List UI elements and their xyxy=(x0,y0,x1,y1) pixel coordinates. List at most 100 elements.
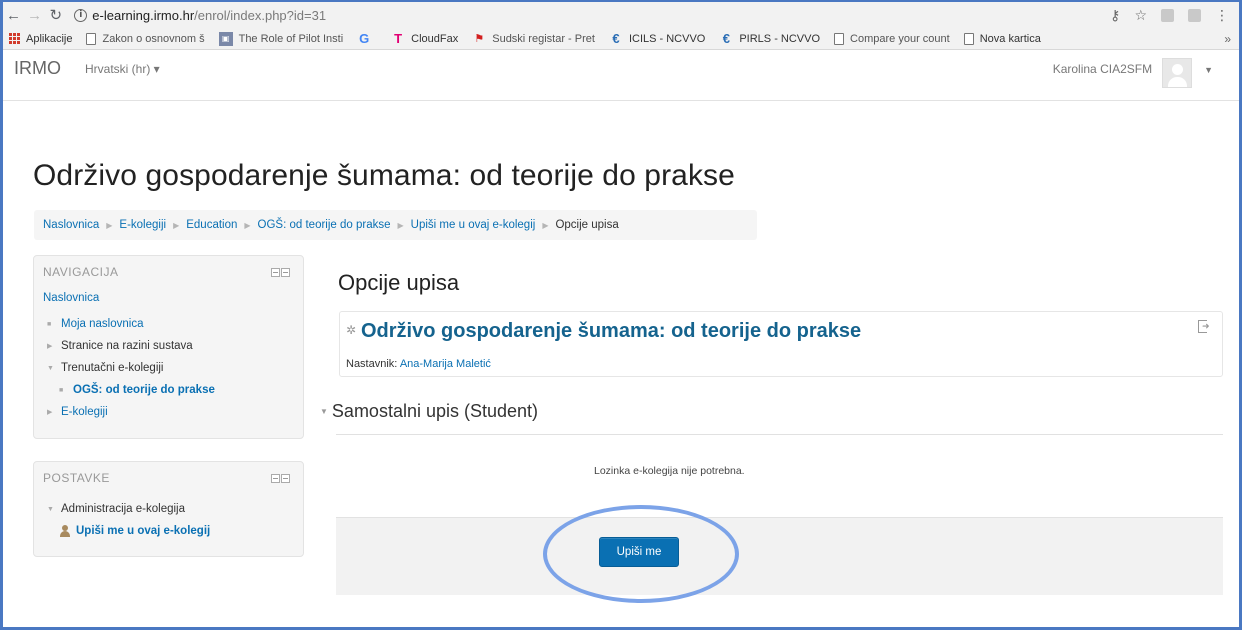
bookmark-item[interactable]: G xyxy=(357,31,377,46)
bookmark-item[interactable]: € ICILS - NCVVO xyxy=(609,31,705,46)
breadcrumb-link[interactable]: OGŠ: od teorije do prakse xyxy=(258,219,391,231)
site-brand[interactable]: IRMO xyxy=(14,58,61,79)
teacher-link[interactable]: Ana-Marija Maletić xyxy=(400,358,491,370)
user-menu[interactable]: Karolina CIA2SFM ▼ xyxy=(1053,58,1213,88)
bookmark-item[interactable]: T CloudFax xyxy=(391,31,459,46)
reload-icon[interactable]: ↻ xyxy=(45,4,66,26)
self-enrol-section-header[interactable]: ▼ Samostalni upis (Student) xyxy=(320,401,538,422)
breadcrumb-link[interactable]: Naslovnica xyxy=(43,219,99,231)
bookmark-item[interactable]: Nova kartica xyxy=(963,32,1041,45)
nav-item-my-home[interactable]: ■ Moja naslovnica xyxy=(47,318,143,330)
extension-icon[interactable] xyxy=(1161,8,1174,22)
ncvvo-icon: € xyxy=(612,31,620,46)
bookmarks-more-icon[interactable]: » xyxy=(1224,32,1231,46)
nav-item-current-course[interactable]: ■ OGŠ: od teorije do prakse xyxy=(59,384,215,396)
expand-arrow-icon[interactable]: ▶ xyxy=(47,408,61,416)
nav-item-courses[interactable]: ▶ E-kolegiji xyxy=(47,406,108,418)
settings-item-label[interactable]: Upiši me u ovaj e-kolegij xyxy=(76,525,210,537)
expand-arrow-icon[interactable]: ▶ xyxy=(47,342,61,350)
collapse-arrow-icon[interactable]: ▼ xyxy=(47,365,61,372)
course-title-link[interactable]: Održivo gospodarenje šumama: od teorije … xyxy=(361,320,861,343)
bookmark-label: Sudski registar - Pret xyxy=(492,32,595,45)
bookmarks-bar: Aplikacije Zakon o osnovnom š ▣ The Role… xyxy=(3,28,1239,50)
bookmark-item[interactable]: Zakon o osnovnom š xyxy=(86,32,205,45)
bookmark-label: Aplikacije xyxy=(26,32,73,45)
settings-item-enrol-me[interactable]: Upiši me u ovaj e-kolegij xyxy=(59,525,210,537)
bookmark-label: PIRLS - NCVVO xyxy=(739,32,821,45)
breadcrumb-separator-icon: ▶ xyxy=(244,220,251,230)
menu-dots-icon[interactable]: ⋮ xyxy=(1215,7,1229,24)
nav-item-site-pages[interactable]: ▶ Stranice na razini sustava xyxy=(47,340,193,352)
bookmark-item[interactable]: ⚑ Sudski registar - Pret xyxy=(472,32,595,46)
bookmark-label: The Role of Pilot Insti xyxy=(238,32,344,45)
info-icon[interactable]: i xyxy=(74,8,88,22)
avatar[interactable] xyxy=(1162,58,1193,88)
bullet-icon: ■ xyxy=(59,386,64,394)
course-info-box: ✲ Održivo gospodarenje šumama: od teorij… xyxy=(339,311,1223,377)
extension-icon[interactable] xyxy=(1188,8,1201,22)
google-icon: G xyxy=(359,31,370,46)
nav-item-label[interactable]: Moja naslovnica xyxy=(61,318,143,330)
navigation-block-title: NAVIGACIJA xyxy=(43,265,119,279)
self-enrol-icon[interactable]: ➜ xyxy=(1198,320,1211,333)
site-navbar: IRMO Hrvatski (hr) ▾ Karolina CIA2SFM ▼ xyxy=(3,51,1239,101)
breadcrumb-separator-icon: ▶ xyxy=(397,220,404,230)
bookmark-apps[interactable]: Aplikacije xyxy=(9,33,72,45)
section-title: Samostalni upis (Student) xyxy=(331,401,539,421)
url-host: e-learning.irmo.hr xyxy=(92,7,195,23)
nav-item-home[interactable]: Naslovnica xyxy=(43,292,99,304)
breadcrumb-current: Opcije upisa xyxy=(555,219,619,231)
navigation-block: NAVIGACIJA Naslovnica ■ Moja naslovnica … xyxy=(33,255,304,439)
nav-item-current-courses[interactable]: ▼ Trenutačni e-kolegiji xyxy=(47,362,163,374)
ncvvo-icon: € xyxy=(722,31,730,46)
breadcrumb-link[interactable]: Upiši me u ovaj e-kolegij xyxy=(411,219,536,231)
bookmark-item[interactable]: € PIRLS - NCVVO xyxy=(719,31,821,46)
forward-arrow-icon[interactable]: → xyxy=(24,4,45,26)
collapse-arrow-icon[interactable]: ▼ xyxy=(320,407,328,416)
teacher-label: Nastavnik: xyxy=(346,358,398,370)
page-title: Održivo gospodarenje šumama: od teorije … xyxy=(33,159,735,192)
bookmark-item[interactable]: ▣ The Role of Pilot Insti xyxy=(218,31,344,46)
apps-grid-icon xyxy=(9,33,20,44)
user-icon xyxy=(59,525,71,537)
no-key-notice: Lozinka e-kolegija nije potrebna. xyxy=(594,465,745,477)
settings-block-title: POSTAVKE xyxy=(43,471,110,485)
address-bar[interactable]: i e-learning.irmo.hr/enrol/index.php?id=… xyxy=(74,4,1110,26)
main-heading: Opcije upisa xyxy=(338,270,460,295)
page-icon xyxy=(963,32,974,45)
user-name[interactable]: Karolina CIA2SFM xyxy=(1053,62,1152,76)
teacher-line: Nastavnik: Ana-Marija Maletić xyxy=(346,358,491,370)
flag-icon: ⚑ xyxy=(474,33,485,45)
breadcrumb: Naslovnica ▶ E-kolegiji ▶ Education ▶ OG… xyxy=(34,210,757,240)
telekom-icon: T xyxy=(394,31,403,46)
collapse-arrow-icon[interactable]: ▼ xyxy=(47,506,61,513)
nav-item-label[interactable]: Naslovnica xyxy=(43,292,99,304)
nav-item-label[interactable]: E-kolegiji xyxy=(61,406,108,418)
nav-item-label: Stranice na razini sustava xyxy=(61,340,193,352)
settings-item-admin[interactable]: ▼ Administracija e-kolegija xyxy=(47,503,185,515)
back-arrow-icon[interactable]: ← xyxy=(3,4,24,26)
course-icon: ✲ xyxy=(346,323,357,337)
star-icon[interactable]: ☆ xyxy=(1134,7,1147,24)
breadcrumb-link[interactable]: E-kolegiji xyxy=(119,219,166,231)
breadcrumb-link[interactable]: Education xyxy=(186,219,237,231)
bookmark-label: Nova kartica xyxy=(979,32,1041,45)
bookmark-item[interactable]: Compare your count xyxy=(834,32,950,45)
breadcrumb-separator-icon: ▶ xyxy=(106,220,113,230)
block-controls-icon[interactable] xyxy=(271,268,290,277)
bookmark-label: Zakon o osnovnom š xyxy=(102,32,205,45)
language-menu[interactable]: Hrvatski (hr) ▾ xyxy=(85,62,160,76)
page-icon xyxy=(86,32,97,45)
nav-item-label[interactable]: OGŠ: od teorije do prakse xyxy=(73,384,215,396)
block-controls-icon[interactable] xyxy=(271,474,290,483)
settings-block: POSTAVKE ▼ Administracija e-kolegija Upi… xyxy=(33,461,304,557)
breadcrumb-separator-icon: ▶ xyxy=(173,220,180,230)
breadcrumb-separator-icon: ▶ xyxy=(542,220,549,230)
section-divider xyxy=(336,434,1223,435)
enrol-me-button[interactable]: Upiši me xyxy=(599,537,679,567)
form-actions-panel xyxy=(336,517,1223,595)
bookmark-label: CloudFax xyxy=(411,32,459,45)
key-icon[interactable]: ⚷ xyxy=(1110,7,1120,24)
caret-down-icon[interactable]: ▼ xyxy=(1204,65,1213,75)
settings-item-label: Administracija e-kolegija xyxy=(61,503,185,515)
